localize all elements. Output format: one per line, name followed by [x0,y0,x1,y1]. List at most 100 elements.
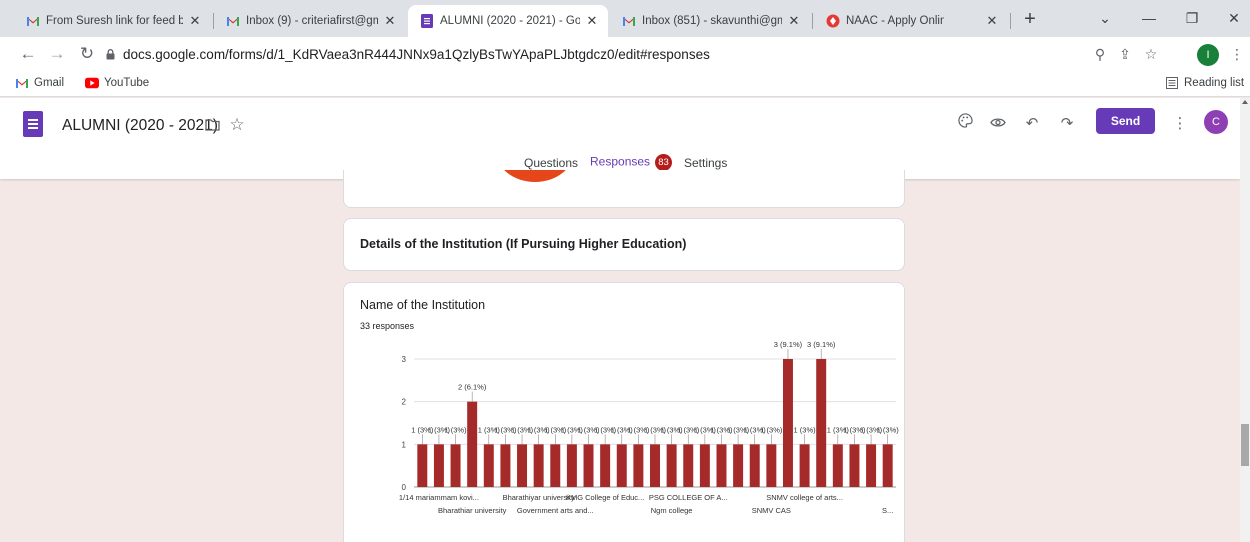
folder-icon[interactable] [200,115,224,139]
menu-dots-icon[interactable]: ⋮ [1225,42,1249,66]
tab-responses[interactable]: Responses 83 [590,154,673,171]
data-label: 3 (9.1%) [774,340,803,349]
data-label: 1 (3%) [760,425,783,434]
x-category-label: PSG COLLEGE OF A... [649,493,728,502]
window-close-icon[interactable]: ✕ [1219,6,1249,30]
google-forms-icon[interactable] [23,111,43,137]
tab-responses-label: Responses [590,154,651,169]
undo-icon[interactable]: ↶ [1020,112,1044,136]
question-summary-card: Name of the Institution 33 responses 012… [343,282,905,542]
section-title: Details of the Institution (If Pursuing … [360,237,687,251]
bar [782,359,793,487]
bar [882,444,893,487]
bar [566,444,577,487]
preview-eye-icon[interactable] [986,112,1010,136]
browser-tab-2[interactable]: Inbox (9) - criteriafirst@gmai ✕ [214,5,406,37]
browser-tab-5[interactable]: NAAC - Apply Online ✕ [814,5,1008,37]
zoom-icon[interactable]: ⚲ [1088,42,1112,66]
forms-header: ALUMNI (2020 - 2021) ☆ ↶ ↷ Send ⋮ C Ques… [0,98,1240,179]
send-button[interactable]: Send [1096,108,1155,134]
youtube-icon [85,76,99,90]
data-label: 3 (9.1%) [807,340,836,349]
more-options-icon[interactable]: ⋮ [1168,112,1192,136]
bar [749,444,760,487]
bar [483,444,494,487]
restore-icon[interactable]: ❐ [1177,6,1207,30]
tab-settings[interactable]: Settings [684,156,727,170]
browser-tab-4[interactable]: Inbox (851) - skavunthi@gm ✕ [610,5,810,37]
scroll-thumb[interactable] [1241,424,1249,466]
y-tick-label: 3 [402,355,407,364]
data-label: 1 (3%) [445,425,468,434]
bar [866,444,877,487]
new-tab-button[interactable]: + [1018,8,1042,32]
reading-list[interactable]: Reading list [1165,76,1244,90]
page-scrollbar[interactable] [1240,98,1250,542]
bar [699,444,710,487]
bar [500,444,511,487]
close-icon[interactable]: ✕ [984,13,1000,29]
data-label: 1 (3%) [877,425,900,434]
reload-icon[interactable]: ↻ [74,41,100,67]
tab-search-icon[interactable]: ⌄ [1090,6,1120,30]
bar [633,444,644,487]
forward-icon[interactable]: → [44,41,70,67]
bookmark-star-icon[interactable]: ☆ [1139,42,1163,66]
address-bar[interactable]: docs.google.com/forms/d/1_KdRVaea3nR444J… [106,40,1106,68]
browser-tab-strip: From Suresh link for feed bac ✕ Inbox (9… [0,0,1250,37]
x-category-label: Government arts and... [517,506,594,515]
minimize-icon[interactable]: — [1134,6,1164,30]
tab-separator [812,13,813,29]
gmail-icon [15,76,29,90]
bar [832,444,843,487]
star-icon[interactable]: ☆ [225,113,249,137]
browser-toolbar: ← → ↻ docs.google.com/forms/d/1_KdRVaea3… [0,37,1250,71]
redo-icon[interactable]: ↷ [1055,112,1079,136]
gmail-icon [226,14,240,28]
account-avatar[interactable]: C [1204,110,1228,134]
x-category-label: S... [882,506,893,515]
form-title[interactable]: ALUMNI (2020 - 2021) [62,117,218,135]
bar [550,444,561,487]
x-category-label: SNMV CAS [752,506,791,515]
profile-avatar[interactable]: I [1197,44,1219,66]
bar [816,359,827,487]
back-icon[interactable]: ← [15,41,41,67]
bookmark-youtube[interactable]: YouTube [85,76,149,90]
x-category-label: Bharathiar university [438,506,507,515]
bar [433,444,444,487]
scroll-up-arrow[interactable] [1242,100,1248,104]
close-icon[interactable]: ✕ [786,13,802,29]
browser-tab-1[interactable]: From Suresh link for feed bac ✕ [14,5,211,37]
tab-title: NAAC - Apply Online [846,15,944,27]
tab-title: Inbox (9) - criteriafirst@gmai [246,15,378,27]
browser-tab-3[interactable]: ALUMNI (2020 - 2021) - Goo ✕ [408,5,608,37]
close-icon[interactable]: ✕ [584,13,600,29]
close-icon[interactable]: ✕ [187,13,203,29]
bookmark-gmail[interactable]: Gmail [15,76,64,90]
section-header-card: Details of the Institution (If Pursuing … [343,218,905,271]
gmail-icon [26,14,40,28]
close-icon[interactable]: ✕ [382,13,398,29]
bar [533,444,544,487]
x-category-label: Bharathiyar university [503,493,575,502]
data-label: 2 (6.1%) [458,383,487,392]
previous-chart-card [343,170,905,208]
responses-count-badge: 83 [655,154,673,171]
bar-chart: 01231 (3%)1 (3%)1 (3%)2 (6.1%)1 (3%)1 (3… [399,340,900,515]
pie-chart-slice [496,170,574,182]
bar [450,444,461,487]
bar [600,444,611,487]
bookmark-label: YouTube [104,77,150,89]
bar [799,444,810,487]
x-category-label: 1/14 mariammam kovi... [399,493,479,502]
share-icon[interactable]: ⇪ [1113,42,1137,66]
x-category-label: SNMV college of arts... [766,493,843,502]
bookmarks-bar: Gmail YouTube Reading list [0,71,1250,97]
palette-icon[interactable] [953,112,977,136]
tab-title: Inbox (851) - skavunthi@gm [642,15,782,27]
reading-list-icon [1165,76,1179,90]
bar [666,444,677,487]
tab-questions[interactable]: Questions [524,156,578,170]
data-label: 1 (3%) [794,425,817,434]
